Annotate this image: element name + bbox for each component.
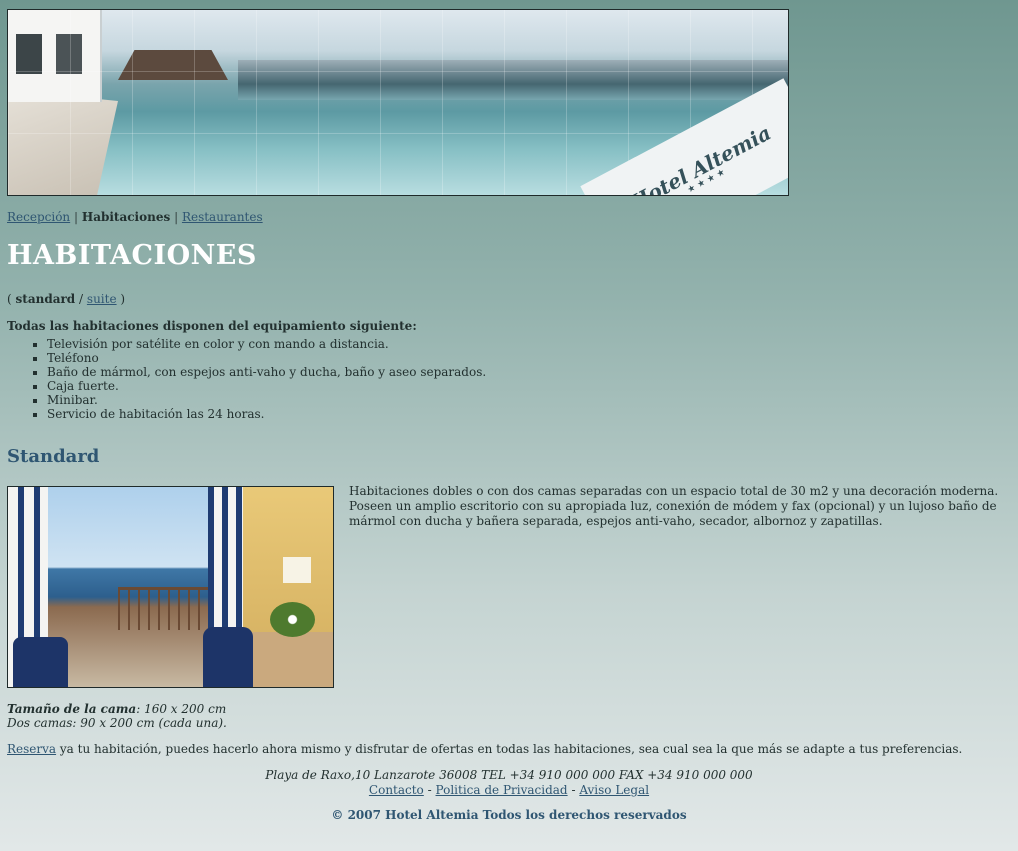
footer-link-aviso-legal[interactable]: Aviso Legal [579, 783, 649, 797]
room-type-nav: ( standard / suite ) [7, 292, 125, 306]
nav-item-habitaciones: Habitaciones [81, 210, 171, 224]
balcony-railing [118, 587, 213, 630]
footer-address: Playa de Raxo,10 Lanzarote 36008 TEL +34… [265, 768, 753, 782]
flower-vase [270, 602, 315, 637]
standard-description: Habitaciones dobles o con dos camas sepa… [349, 484, 999, 528]
two-beds-info: Dos camas: 90 x 200 cm (cada una). [7, 716, 227, 730]
lamp [283, 557, 311, 583]
footer-link-separator: - [571, 783, 576, 797]
list-item: Servicio de habitación las 24 horas. [47, 407, 486, 421]
list-item: Teléfono [47, 351, 486, 365]
bed-info: Tamaño de la cama: 160 x 200 cm Dos cama… [7, 702, 227, 730]
footer-link-separator: - [427, 783, 432, 797]
list-item: Baño de mármol, con espejos anti-vaho y … [47, 365, 486, 379]
copyright: © 2007 Hotel Altemia Todos los derechos … [331, 808, 687, 822]
subnav-open-paren: ( [7, 292, 12, 306]
equipment-list: Televisión por satélite en color y con m… [7, 337, 486, 421]
standard-room-photo [7, 486, 334, 688]
footer: Playa de Raxo,10 Lanzarote 36008 TEL +34… [0, 768, 1018, 798]
section-heading-standard: Standard [7, 446, 100, 467]
list-item: Televisión por satélite en color y con m… [47, 337, 486, 351]
page-title: HABITACIONES [7, 240, 257, 271]
nav-separator: | [174, 210, 179, 224]
armchair-left [13, 637, 68, 687]
bed-size-value: : 160 x 200 cm [136, 702, 227, 716]
main-nav: Recepción | Habitaciones | Restaurantes [7, 210, 263, 224]
nav-separator: | [73, 210, 79, 224]
reservation-text: Reserva ya tu habitación, puedes hacerlo… [7, 742, 962, 756]
subnav-link-suite[interactable]: suite [87, 292, 117, 306]
reservation-body: ya tu habitación, puedes hacerlo ahora m… [56, 742, 963, 756]
footer-links: Contacto - Politica de Privacidad - Avis… [0, 783, 1018, 798]
desk [248, 632, 333, 687]
bed-size-label: Tamaño de la cama [7, 702, 137, 716]
subnav-close-paren: ) [120, 292, 126, 306]
equipment-intro: Todas las habitaciones disponen del equi… [7, 319, 417, 333]
footer-link-contacto[interactable]: Contacto [369, 783, 424, 797]
list-item: Minibar. [47, 393, 486, 407]
list-item: Caja fuerte. [47, 379, 486, 393]
footer-link-privacidad[interactable]: Politica de Privacidad [436, 783, 568, 797]
armchair-right [203, 627, 253, 687]
header-banner: Hotel Altemia ★★★★ [7, 9, 789, 196]
nav-link-restaurantes[interactable]: Restaurantes [182, 210, 263, 224]
subnav-current-standard: standard [15, 292, 76, 306]
reserva-link[interactable]: Reserva [7, 742, 56, 756]
nav-link-recepcion[interactable]: Recepción [7, 210, 70, 224]
subnav-separator: / [79, 292, 84, 306]
